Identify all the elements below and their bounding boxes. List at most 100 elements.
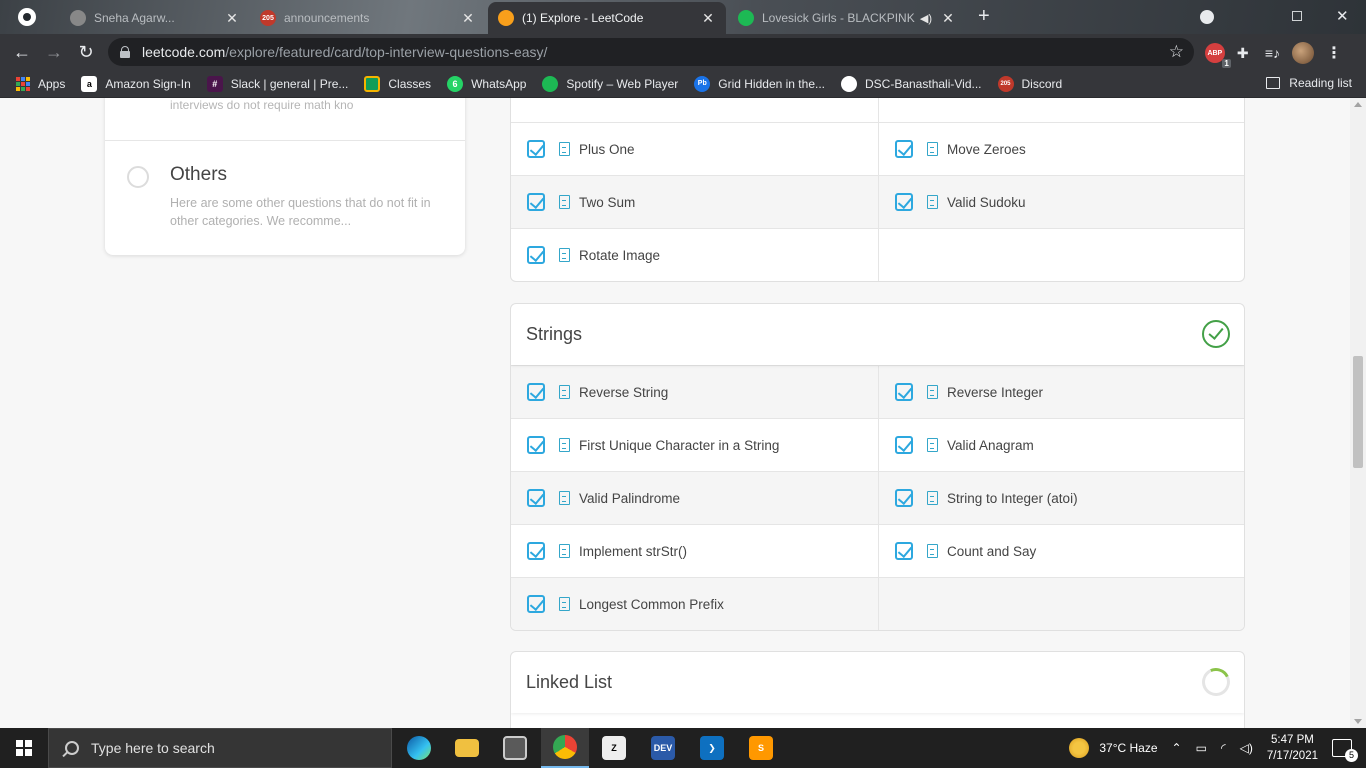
bookmark-spotify[interactable]: Spotify – Web Player xyxy=(542,75,678,92)
question-cell[interactable]: Valid Palindrome xyxy=(511,472,878,524)
scroll-down-arrow-icon[interactable] xyxy=(1354,719,1362,724)
question-cell[interactable]: Implement strStr() xyxy=(511,525,878,577)
section-title[interactable]: Linked List xyxy=(526,672,612,693)
question-cell[interactable]: Count and Say xyxy=(878,525,1244,577)
reload-icon[interactable]: ↻ xyxy=(74,40,98,64)
lock-icon[interactable] xyxy=(120,46,130,58)
checked-checkbox-icon[interactable] xyxy=(527,542,545,560)
taskbar-edge[interactable] xyxy=(395,728,443,768)
profile-avatar[interactable] xyxy=(1292,42,1314,64)
question-title[interactable]: Longest Common Prefix xyxy=(579,597,724,612)
chapter-progress-radio[interactable] xyxy=(127,166,149,188)
scrollbar-thumb[interactable] xyxy=(1353,356,1363,468)
question-cell[interactable]: First Unique Character in a String xyxy=(511,419,878,471)
wifi-icon[interactable]: ◜ xyxy=(1221,741,1226,755)
chevron-up-icon[interactable]: ⌃ xyxy=(1172,741,1182,755)
checked-checkbox-icon[interactable] xyxy=(527,595,545,613)
taskbar-vscode[interactable]: ❯ xyxy=(688,728,736,768)
weather-text[interactable]: 37°C Haze xyxy=(1099,741,1157,755)
bookmark-amazon[interactable]: a Amazon Sign-In xyxy=(81,75,191,92)
question-cell[interactable]: Plus One xyxy=(511,123,878,175)
bookmark-star-icon[interactable]: ☆ xyxy=(1169,42,1184,62)
question-cell[interactable]: Longest Common Prefix xyxy=(511,578,878,630)
question-cell[interactable]: Two Sum xyxy=(511,176,878,228)
url-text[interactable]: leetcode.com/explore/featured/card/top-i… xyxy=(142,44,547,60)
question-cell[interactable]: Valid Sudoku xyxy=(878,176,1244,228)
bookmark-classes[interactable]: Classes xyxy=(364,75,431,92)
question-title[interactable]: Count and Say xyxy=(947,544,1036,559)
page-scrollbar[interactable] xyxy=(1350,98,1366,728)
github-icon[interactable] xyxy=(18,8,36,26)
question-title[interactable]: Reverse Integer xyxy=(947,385,1043,400)
question-title[interactable]: Implement strStr() xyxy=(579,544,687,559)
tab-leetcode[interactable]: (1) Explore - LeetCode ✕ xyxy=(488,2,726,34)
question-title[interactable]: Rotate Image xyxy=(579,248,660,263)
question-title[interactable]: First Unique Character in a String xyxy=(579,438,779,453)
section-title[interactable]: Strings xyxy=(526,324,582,345)
close-icon[interactable]: ✕ xyxy=(700,10,716,27)
speaker-icon[interactable]: ◀) xyxy=(920,12,932,25)
checked-checkbox-icon[interactable] xyxy=(895,436,913,454)
bookmark-whatsapp[interactable]: 6 WhatsApp xyxy=(447,75,526,92)
media-control-icon[interactable]: ≡♪ xyxy=(1265,45,1280,61)
question-title[interactable]: Valid Palindrome xyxy=(579,491,680,506)
close-icon[interactable]: ✕ xyxy=(940,10,956,27)
tab-announcements[interactable]: 205 announcements ✕ xyxy=(250,2,486,34)
taskbar-clock[interactable]: 5:47 PM 7/17/2021 xyxy=(1267,732,1318,764)
checked-checkbox-icon[interactable] xyxy=(527,436,545,454)
taskbar-chrome[interactable] xyxy=(541,728,589,768)
scroll-up-arrow-icon[interactable] xyxy=(1354,102,1362,107)
checked-checkbox-icon[interactable] xyxy=(895,383,913,401)
back-arrow-icon[interactable]: ← xyxy=(10,40,34,64)
extensions-puzzle-icon[interactable]: ✚ xyxy=(1237,45,1253,61)
notification-center-icon[interactable]: 5 xyxy=(1332,739,1358,762)
question-title[interactable]: Reverse String xyxy=(579,385,668,400)
battery-icon[interactable]: ▭ xyxy=(1196,741,1207,755)
taskbar-devcpp[interactable]: DEV xyxy=(639,728,687,768)
question-cell[interactable]: String to Integer (atoi) xyxy=(878,472,1244,524)
checked-checkbox-icon[interactable] xyxy=(527,193,545,211)
start-button[interactable] xyxy=(0,728,48,768)
checked-checkbox-icon[interactable] xyxy=(895,542,913,560)
tab-search-icon[interactable] xyxy=(1200,10,1214,24)
question-title[interactable]: Two Sum xyxy=(579,195,635,210)
checked-checkbox-icon[interactable] xyxy=(527,383,545,401)
checked-checkbox-icon[interactable] xyxy=(895,489,913,507)
taskbar-search[interactable]: Type here to search xyxy=(48,728,392,768)
section-header[interactable]: Strings xyxy=(511,304,1244,365)
question-cell[interactable]: Valid Anagram xyxy=(878,419,1244,471)
checked-checkbox-icon[interactable] xyxy=(895,193,913,211)
question-cell[interactable]: Reverse Integer xyxy=(878,366,1244,418)
tab-sneha[interactable]: Sneha Agarw... ✕ xyxy=(60,2,250,34)
checked-checkbox-icon[interactable] xyxy=(527,489,545,507)
bookmark-grid-hidden[interactable]: Pb Grid Hidden in the... xyxy=(694,75,825,92)
bookmark-slack[interactable]: # Slack | general | Pre... xyxy=(206,75,348,92)
checked-checkbox-icon[interactable] xyxy=(527,246,545,264)
question-cell[interactable]: Rotate Image xyxy=(511,229,878,281)
question-title[interactable]: Valid Sudoku xyxy=(947,195,1026,210)
chapter-title-others[interactable]: Others xyxy=(170,164,227,186)
reading-list-button[interactable]: Reading list xyxy=(1266,76,1352,90)
taskbar-store[interactable] xyxy=(491,728,539,768)
forward-arrow-icon[interactable]: → xyxy=(42,40,66,64)
taskbar-file-explorer[interactable] xyxy=(443,728,491,768)
volume-icon[interactable]: ◁) xyxy=(1240,741,1253,755)
close-window-icon[interactable]: ✕ xyxy=(1336,7,1349,25)
question-title[interactable]: String to Integer (atoi) xyxy=(947,491,1078,506)
tab-spotify[interactable]: Lovesick Girls - BLACKPINK ◀) ✕ xyxy=(728,2,966,34)
question-cell[interactable]: Move Zeroes xyxy=(878,123,1244,175)
bookmark-dsc[interactable]: DSC-Banasthali-Vid... xyxy=(841,75,982,92)
weather-haze-icon[interactable] xyxy=(1069,738,1090,758)
bookmark-discord[interactable]: 205 Discord xyxy=(997,75,1062,92)
taskbar-zapp[interactable]: Z xyxy=(590,728,638,768)
checked-checkbox-icon[interactable] xyxy=(527,140,545,158)
new-tab-button[interactable]: + xyxy=(978,5,990,28)
taskbar-sublime[interactable]: S xyxy=(737,728,785,768)
address-bar[interactable]: leetcode.com/explore/featured/card/top-i… xyxy=(108,38,1194,66)
adblock-extension-icon[interactable]: ABP 1 xyxy=(1204,43,1231,68)
close-icon[interactable]: ✕ xyxy=(224,10,240,27)
menu-kebab-icon[interactable]: ⋮ xyxy=(1326,43,1342,63)
question-title[interactable]: Plus One xyxy=(579,142,635,157)
question-cell[interactable]: Reverse String xyxy=(511,366,878,418)
restore-window-icon[interactable] xyxy=(1292,11,1302,21)
